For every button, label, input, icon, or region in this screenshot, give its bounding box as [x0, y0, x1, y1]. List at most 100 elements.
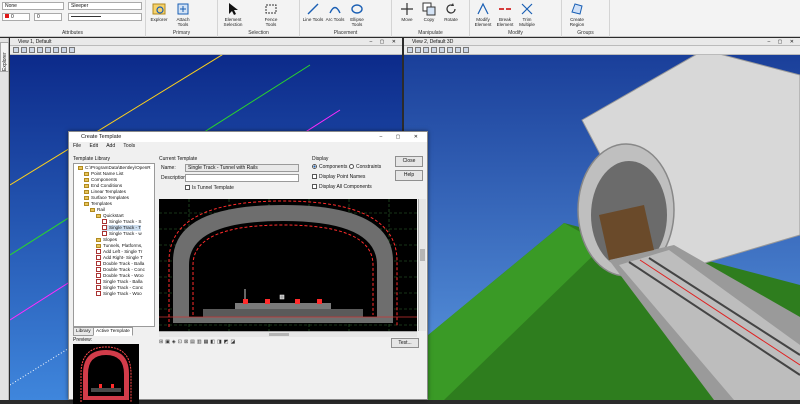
selection-label: Selection — [248, 30, 269, 36]
editor-toolbar[interactable]: ⊞▣◈⊡⊠▤▥▦◧◨◩◪ — [159, 339, 299, 346]
view-tool-icon[interactable] — [439, 47, 445, 53]
copy-label: Copy — [423, 17, 435, 22]
components-radio-label: Components — [319, 164, 348, 170]
description-field[interactable] — [185, 174, 299, 182]
view-2-titlebar: View 2, Default 3D – ▢ ✕ — [404, 38, 800, 46]
break-element-button[interactable]: Break Element — [494, 2, 516, 27]
view-1-toolbar — [10, 46, 402, 55]
linestyle-combo[interactable] — [68, 13, 142, 21]
groups-label: Groups — [577, 30, 594, 36]
arc-icon — [329, 6, 341, 14]
editor-vertical-scrollbar[interactable] — [418, 199, 426, 331]
template-library-label: Template Library — [73, 156, 110, 162]
placement-label: Placement — [333, 30, 358, 36]
modify-label: Modify — [508, 30, 523, 36]
view-2-window-controls[interactable]: – ▢ ✕ — [768, 38, 797, 46]
view-tool-icon[interactable] — [455, 47, 461, 53]
attach-tools-label: Attach Tools — [176, 17, 190, 27]
preview-label: Preview: — [73, 337, 93, 343]
color-combo[interactable]: 0 — [2, 13, 30, 21]
tree-item[interactable]: Single Track - Woo — [96, 291, 142, 297]
copy-button[interactable]: Copy — [418, 2, 440, 22]
view-tool-icon[interactable] — [69, 47, 75, 53]
arc-tools-label: Arc Tools — [325, 17, 345, 22]
view-tool-icon[interactable] — [29, 47, 35, 53]
view-2-canvas[interactable] — [404, 55, 800, 400]
attributes-label: Attributes — [61, 30, 84, 36]
template-library-tree[interactable]: C:\ProgramData\Bentley\OpenR Point Name … — [73, 163, 155, 327]
view-1-window-controls[interactable]: – ▢ ✕ — [370, 38, 399, 46]
is-tunnel-checkbox[interactable]: Is Tunnel Template — [185, 185, 234, 191]
menu-edit[interactable]: Edit — [89, 143, 98, 149]
modify-element-label: Modify Element — [474, 17, 492, 27]
display-label: Display — [312, 156, 329, 162]
view-tool-icon[interactable] — [53, 47, 59, 53]
menu-file[interactable]: File — [73, 143, 81, 149]
close-button[interactable]: Close — [395, 156, 423, 167]
fence-tools-label: Fence Tools — [264, 17, 278, 27]
element-selection-button[interactable]: Element Selection — [222, 2, 244, 27]
line-tools-button[interactable]: Line Tools — [302, 2, 324, 22]
weight-value: 0 — [37, 14, 40, 20]
display-point-names-checkbox[interactable]: Display Point Names — [312, 174, 365, 180]
modify-element-button[interactable]: Modify Element — [472, 2, 494, 27]
move-button[interactable]: Move — [396, 2, 418, 22]
create-region-button[interactable]: Create Region — [566, 2, 588, 27]
selection-group: Element Selection Fence Tools Selection — [218, 0, 300, 37]
scrollbar-thumb[interactable] — [420, 249, 425, 261]
help-button[interactable]: Help — [395, 170, 423, 181]
explorer-icon — [152, 3, 166, 15]
view-tool-icon[interactable] — [37, 47, 43, 53]
trim-multiple-button[interactable]: Trim Multiple — [516, 2, 538, 27]
create-template-dialog: Create Template – ▢ ✕ File Edit Add Tool… — [68, 131, 428, 404]
h-scrollbar-thumb[interactable] — [269, 333, 289, 336]
display-all-components-checkbox[interactable]: Display All Components — [312, 184, 372, 190]
style-combo[interactable]: Sleeper — [68, 2, 142, 10]
view-tool-icon[interactable] — [415, 47, 421, 53]
template-editor-canvas[interactable] — [159, 199, 417, 331]
weight-combo[interactable]: 0 — [34, 13, 62, 21]
name-field[interactable]: Single Track - Tunnel with Rails — [185, 164, 299, 172]
view-tool-icon[interactable] — [407, 47, 413, 53]
view-1-titlebar: View 1, Default – ▢ ✕ — [10, 38, 402, 46]
placement-group: Line Tools Arc Tools Ellipse Tools Place… — [300, 0, 392, 37]
element-selection-label: Element Selection — [223, 17, 243, 27]
dialog-menu: File Edit Add Tools — [69, 142, 427, 150]
attach-tools-button[interactable]: Attach Tools — [172, 2, 194, 27]
cursor-icon — [229, 3, 238, 15]
view-tool-icon[interactable] — [423, 47, 429, 53]
explorer-button[interactable]: Explorer — [148, 2, 170, 22]
view-tool-icon[interactable] — [447, 47, 453, 53]
fence-tools-button[interactable]: Fence Tools — [260, 2, 282, 27]
view-tool-icon[interactable] — [13, 47, 19, 53]
editor-horizontal-scrollbar[interactable] — [159, 331, 417, 337]
dialog-window-controls[interactable]: – ▢ ✕ — [380, 132, 424, 142]
preview-canvas — [73, 344, 139, 404]
tab-library[interactable]: Library — [73, 327, 94, 336]
view-tool-icon[interactable] — [21, 47, 27, 53]
ellipse-tools-button[interactable]: Ellipse Tools — [346, 2, 368, 27]
arc-tools-button[interactable]: Arc Tools — [324, 2, 346, 22]
constraints-radio[interactable]: Constraints — [349, 164, 381, 170]
view-tool-icon[interactable] — [45, 47, 51, 53]
view-tool-icon[interactable] — [61, 47, 67, 53]
rotate-button[interactable]: Rotate — [440, 2, 462, 22]
menu-add[interactable]: Add — [106, 143, 115, 149]
level-combo[interactable]: None — [2, 2, 64, 10]
style-value: Sleeper — [71, 3, 89, 9]
components-radio[interactable]: Components — [312, 164, 347, 170]
manipulate-label: Manipulate — [418, 30, 443, 36]
move-icon — [401, 3, 413, 15]
current-template-label: Current Template — [159, 156, 198, 162]
rotate-label: Rotate — [444, 17, 458, 22]
view-tool-icon[interactable] — [463, 47, 469, 53]
create-region-label: Create Region — [569, 17, 585, 27]
ribbon: None Sleeper 0 0 Attributes Explorer Att… — [0, 0, 800, 37]
explorer-side-tab[interactable]: Explorer — [0, 42, 9, 72]
view-tool-icon[interactable] — [431, 47, 437, 53]
tab-active-template[interactable]: Active Template — [93, 327, 133, 336]
menu-tools[interactable]: Tools — [123, 143, 135, 149]
view-2-title: View 2, Default 3D — [412, 39, 454, 45]
test-button[interactable]: Test... — [391, 338, 419, 348]
dialog-titlebar: Create Template – ▢ ✕ — [69, 132, 427, 142]
